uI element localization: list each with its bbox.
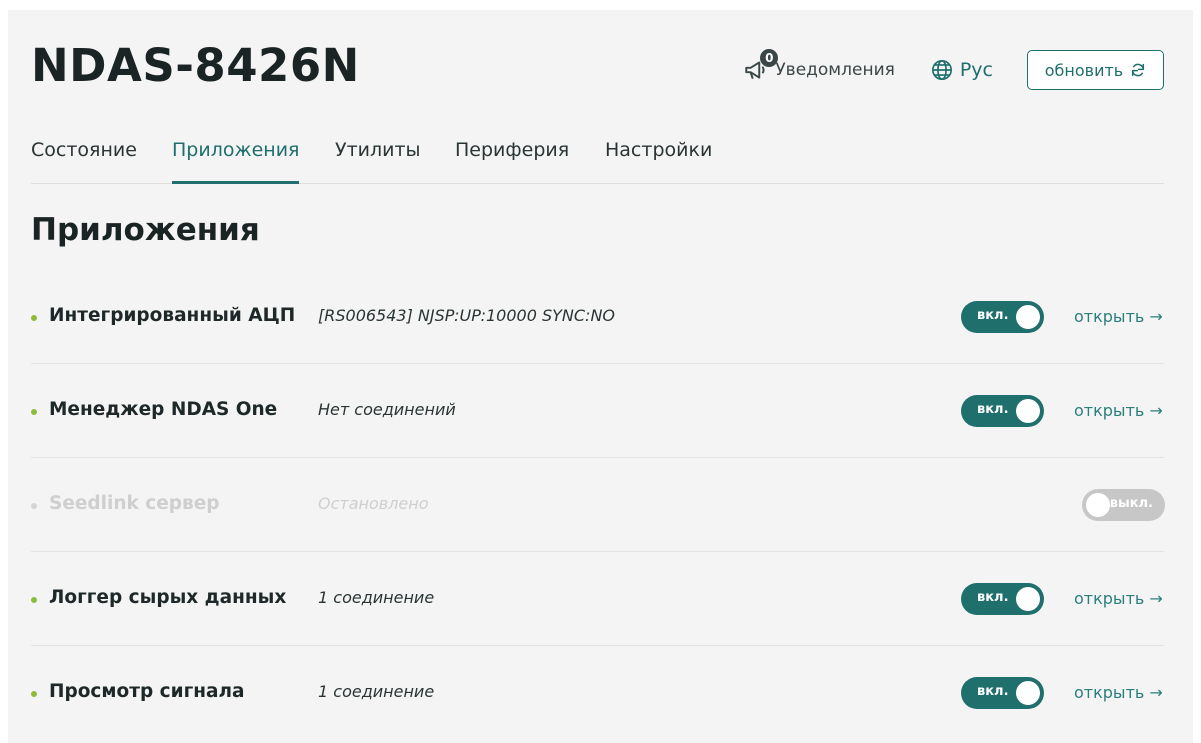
app-row-seedlink-server: Seedlink сервер Остановлено выкл. <box>31 458 1165 552</box>
app-toggle[interactable]: вкл. <box>961 301 1044 333</box>
section-title: Приложения <box>31 212 260 248</box>
app-toggle[interactable]: вкл. <box>961 583 1044 615</box>
app-status: [RS006543] NJSP:UP:10000 SYNC:NO <box>318 306 615 325</box>
app-status: 1 соединение <box>318 682 435 701</box>
status-dot <box>31 691 37 697</box>
open-link-label: открыть <box>1074 401 1145 420</box>
open-link[interactable]: открыть → <box>1074 401 1163 420</box>
tab-state[interactable]: Состояние <box>31 135 137 183</box>
toggle-knob <box>1016 587 1040 611</box>
app-status: 1 соединение <box>318 588 435 607</box>
app-name: Интегрированный АЦП <box>49 305 296 326</box>
toggle-knob <box>1016 399 1040 423</box>
toggle-knob <box>1016 681 1040 705</box>
globe-icon <box>931 60 952 80</box>
main-panel: NDAS-8426N 0 Уведомления Рус обновить Со… <box>8 10 1193 743</box>
toggle-knob <box>1086 493 1110 517</box>
open-link-label: открыть <box>1074 589 1145 608</box>
arrow-right-icon: → <box>1149 307 1163 326</box>
app-name: Логгер сырых данных <box>49 587 287 608</box>
app-name: Менеджер NDAS One <box>49 399 278 420</box>
app-status: Нет соединений <box>318 400 456 419</box>
notifications-label: Уведомления <box>775 60 895 80</box>
app-toggle[interactable]: вкл. <box>961 395 1044 427</box>
tab-utilities[interactable]: Утилиты <box>335 135 421 183</box>
language-selector[interactable]: Рус <box>931 59 993 81</box>
arrow-right-icon: → <box>1149 683 1163 702</box>
language-label: Рус <box>959 59 993 81</box>
app-name: Просмотр сигнала <box>49 681 245 702</box>
toggle-label: выкл. <box>1109 496 1153 511</box>
tab-peripherals[interactable]: Периферия <box>455 135 569 183</box>
open-link[interactable]: открыть → <box>1074 307 1163 326</box>
device-title: NDAS-8426N <box>31 39 360 92</box>
app-row-integrated-adc: Интегрированный АЦП [RS006543] NJSP:UP:1… <box>31 270 1164 364</box>
arrow-right-icon: → <box>1149 401 1163 420</box>
app-toggle[interactable]: выкл. <box>1082 489 1165 521</box>
app-status: Остановлено <box>318 494 429 513</box>
app-name: Seedlink сервер <box>49 493 220 514</box>
toggle-label: вкл. <box>977 308 1009 323</box>
app-row-signal-viewer: Просмотр сигнала 1 соединение вкл. откры… <box>31 646 1164 739</box>
toggle-knob <box>1016 305 1040 329</box>
open-link[interactable]: открыть → <box>1074 589 1163 608</box>
main-tabs: Состояние Приложения Утилиты Периферия Н… <box>31 135 1164 184</box>
status-dot <box>31 503 37 509</box>
tab-applications[interactable]: Приложения <box>172 135 300 184</box>
toggle-label: вкл. <box>977 590 1009 605</box>
notifications-button[interactable]: 0 Уведомления <box>743 49 895 83</box>
header-actions: 0 Уведомления Рус обновить <box>743 49 1164 91</box>
refresh-icon <box>1132 63 1145 77</box>
status-dot <box>31 315 37 321</box>
applications-list: Интегрированный АЦП [RS006543] NJSP:UP:1… <box>31 270 1165 739</box>
toggle-label: вкл. <box>977 402 1009 417</box>
status-dot <box>31 409 37 415</box>
tab-settings[interactable]: Настройки <box>605 135 712 183</box>
app-row-ndas-one-manager: Менеджер NDAS One Нет соединений вкл. от… <box>31 364 1164 458</box>
toggle-label: вкл. <box>977 684 1009 699</box>
app-toggle[interactable]: вкл. <box>961 677 1044 709</box>
arrow-right-icon: → <box>1149 589 1163 608</box>
refresh-label: обновить <box>1044 60 1124 80</box>
open-link[interactable]: открыть → <box>1074 683 1163 702</box>
open-link-label: открыть <box>1074 307 1145 326</box>
status-dot <box>31 597 37 603</box>
app-row-raw-data-logger: Логгер сырых данных 1 соединение вкл. от… <box>31 552 1164 646</box>
open-link-label: открыть <box>1074 683 1145 702</box>
refresh-button[interactable]: обновить <box>1027 50 1164 90</box>
